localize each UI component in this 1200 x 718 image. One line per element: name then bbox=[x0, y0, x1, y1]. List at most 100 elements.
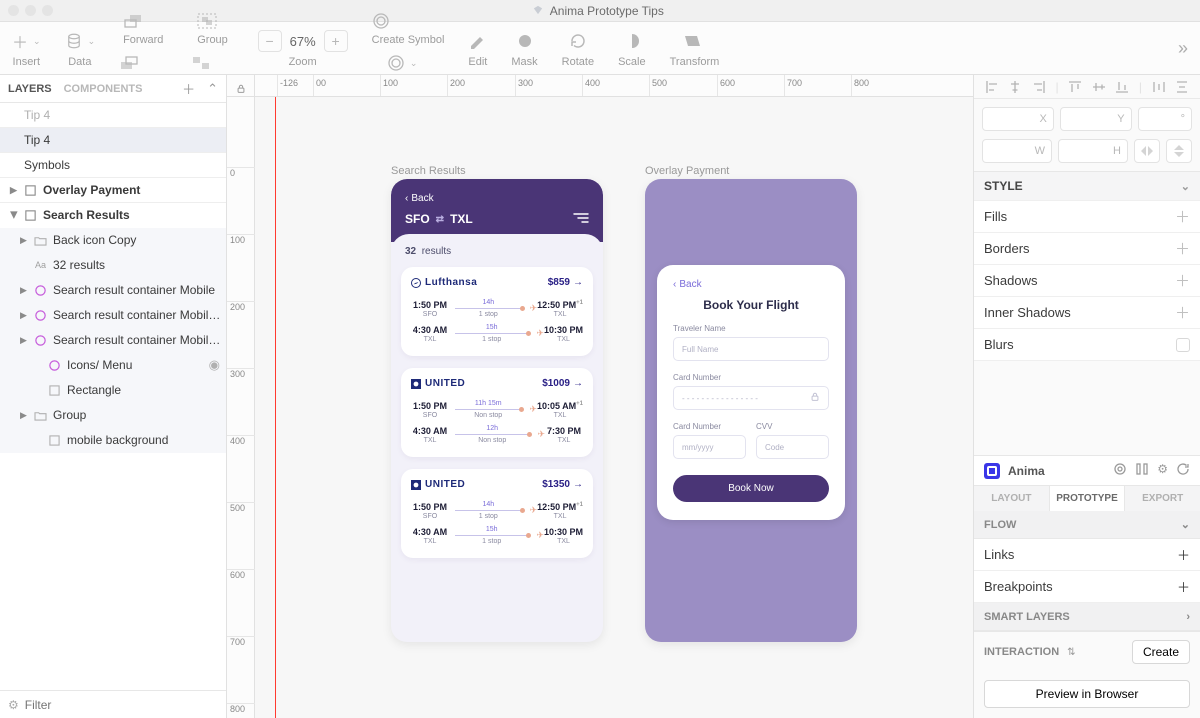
columns-icon[interactable] bbox=[1135, 462, 1149, 479]
borders-row[interactable]: Borders bbox=[984, 241, 1030, 256]
distribute-h-icon[interactable] bbox=[1152, 80, 1166, 94]
chevron-right-icon[interactable]: › bbox=[1186, 611, 1190, 623]
filter-settings-icon[interactable]: ⚙ bbox=[8, 698, 19, 712]
traveler-name-input[interactable]: Full Name bbox=[673, 337, 829, 361]
cvv-input[interactable]: Code bbox=[756, 435, 829, 459]
zoom-out-button[interactable]: − bbox=[258, 30, 282, 52]
layer-row[interactable]: ▶ Group bbox=[0, 403, 226, 428]
layer-row[interactable]: ▶ Search result container Mobil… bbox=[0, 303, 226, 328]
preview-in-browser-button[interactable]: Preview in Browser bbox=[984, 680, 1190, 708]
scale-button[interactable] bbox=[623, 28, 641, 54]
record-icon[interactable] bbox=[1113, 462, 1127, 479]
back-button[interactable]: ‹Back bbox=[673, 279, 829, 290]
canvas[interactable]: -12600100200300400500600700800 010020030… bbox=[227, 75, 973, 718]
y-input[interactable]: Y bbox=[1060, 107, 1132, 131]
smart-layers-section[interactable]: SMART LAYERS bbox=[984, 611, 1070, 623]
align-center-h-icon[interactable] bbox=[1008, 80, 1022, 94]
layer-row[interactable]: Rectangle bbox=[0, 378, 226, 403]
transform-button[interactable] bbox=[684, 28, 704, 54]
align-bottom-icon[interactable] bbox=[1115, 80, 1129, 94]
backward-button[interactable] bbox=[119, 50, 167, 76]
ruler-toggle[interactable] bbox=[227, 75, 255, 97]
expiry-input[interactable]: mm/yyyy bbox=[673, 435, 746, 459]
layer-row[interactable]: Tip 4 bbox=[0, 128, 226, 153]
align-left-icon[interactable] bbox=[985, 80, 999, 94]
anima-tab-export[interactable]: EXPORT bbox=[1125, 486, 1200, 511]
add-border-button[interactable]: ＋ bbox=[1175, 238, 1190, 259]
add-fill-button[interactable]: ＋ bbox=[1175, 206, 1190, 227]
x-input[interactable]: X bbox=[982, 107, 1054, 131]
layer-row[interactable]: ▶ Search result container Mobile bbox=[0, 278, 226, 303]
anima-tab-layout[interactable]: LAYOUT bbox=[974, 486, 1049, 511]
shadows-row[interactable]: Shadows bbox=[984, 273, 1037, 288]
w-input[interactable]: W bbox=[982, 139, 1052, 163]
anima-tab-prototype[interactable]: PROTOTYPE bbox=[1049, 486, 1126, 511]
flip-vertical-button[interactable] bbox=[1166, 139, 1192, 163]
align-right-icon[interactable] bbox=[1032, 80, 1046, 94]
layer-row[interactable]: ▶ Overlay Payment bbox=[0, 178, 226, 203]
filter-input[interactable] bbox=[25, 698, 218, 712]
traffic-lights[interactable] bbox=[8, 5, 53, 16]
back-button[interactable]: ‹Back bbox=[405, 193, 589, 204]
swap-icon[interactable]: ⇄ bbox=[436, 214, 444, 225]
chevron-down-icon[interactable]: ⌄ bbox=[1181, 180, 1190, 193]
ungroup-button[interactable] bbox=[191, 50, 233, 76]
layer-row[interactable]: mobile background bbox=[0, 428, 226, 453]
data-button[interactable]: ⌄ bbox=[65, 28, 96, 54]
rotation-input[interactable]: ° bbox=[1138, 107, 1192, 131]
layer-row[interactable]: Symbols bbox=[0, 153, 226, 178]
blurs-row[interactable]: Blurs bbox=[984, 337, 1014, 352]
minimize-window-button[interactable] bbox=[25, 5, 36, 16]
refresh-icon[interactable] bbox=[1176, 462, 1190, 479]
artboard-label[interactable]: Overlay Payment bbox=[645, 165, 729, 177]
layer-row[interactable]: ▶ Search Results bbox=[0, 203, 226, 228]
layer-row[interactable]: Aa 32 results bbox=[0, 253, 226, 278]
tab-layers[interactable]: LAYERS bbox=[8, 83, 52, 95]
book-now-button[interactable]: Book Now bbox=[673, 475, 829, 502]
add-inner-shadow-button[interactable]: ＋ bbox=[1175, 302, 1190, 323]
zoom-value[interactable]: 67% bbox=[290, 34, 316, 49]
breakpoints-row[interactable]: Breakpoints bbox=[984, 579, 1053, 594]
zoom-in-button[interactable]: + bbox=[324, 30, 348, 52]
group-button[interactable] bbox=[197, 8, 228, 34]
layer-row[interactable]: ▶ Search result container Mobil… bbox=[0, 328, 226, 353]
flow-section[interactable]: FLOW bbox=[984, 519, 1016, 531]
maximize-window-button[interactable] bbox=[42, 5, 53, 16]
flight-card[interactable]: UNITED$1350 →1:50 PMSFO14h1 stop✈12:50 P… bbox=[401, 469, 593, 558]
edit-button[interactable] bbox=[469, 28, 487, 54]
close-window-button[interactable] bbox=[8, 5, 19, 16]
create-symbol-button[interactable] bbox=[372, 8, 445, 34]
rotate-button[interactable] bbox=[569, 28, 587, 54]
collapse-pages-button[interactable]: ⌃ bbox=[207, 81, 218, 97]
distribute-v-icon[interactable] bbox=[1175, 80, 1189, 94]
forward-button[interactable] bbox=[123, 8, 163, 34]
create-interaction-button[interactable]: Create bbox=[1132, 640, 1190, 664]
artboard-search-results[interactable]: ‹Back SFO ⇄ TXL 32 results Lufthansa$859… bbox=[391, 179, 603, 642]
h-input[interactable]: H bbox=[1058, 139, 1128, 163]
links-row[interactable]: Links bbox=[984, 547, 1014, 562]
add-link-button[interactable]: ＋ bbox=[1177, 545, 1190, 564]
layer-row[interactable]: Icons/ Menu◉ bbox=[0, 353, 226, 378]
chevron-down-icon[interactable]: ⌄ bbox=[1181, 518, 1190, 531]
add-page-button[interactable]: ＋ bbox=[182, 79, 195, 98]
layer-row[interactable]: Tip 4 bbox=[0, 103, 226, 128]
toggle-blur-button[interactable] bbox=[1176, 338, 1190, 352]
inner-shadows-row[interactable]: Inner Shadows bbox=[984, 305, 1071, 320]
guide-vertical[interactable] bbox=[275, 75, 276, 718]
align-middle-v-icon[interactable] bbox=[1092, 80, 1106, 94]
symbols-button[interactable]: ⌄ bbox=[387, 50, 429, 76]
visibility-toggle-icon[interactable]: ◉ bbox=[209, 357, 220, 373]
add-shadow-button[interactable]: ＋ bbox=[1175, 270, 1190, 291]
interaction-select-icon[interactable]: ⇅ bbox=[1067, 647, 1075, 658]
tab-components[interactable]: COMPONENTS bbox=[64, 83, 143, 95]
layer-row[interactable]: ▶ Back icon Copy bbox=[0, 228, 226, 253]
align-top-icon[interactable] bbox=[1068, 80, 1082, 94]
artboard-label[interactable]: Search Results bbox=[391, 165, 466, 177]
toolbar-overflow-button[interactable]: » bbox=[1178, 38, 1188, 59]
add-breakpoint-button[interactable]: ＋ bbox=[1177, 577, 1190, 596]
gear-icon[interactable]: ⚙ bbox=[1157, 462, 1168, 479]
artboard-overlay-payment[interactable]: ‹Back Book Your Flight Traveler Name Ful… bbox=[645, 179, 857, 642]
flight-card[interactable]: UNITED$1009 →1:50 PMSFO11h 15mNon stop✈1… bbox=[401, 368, 593, 457]
mask-button[interactable] bbox=[516, 28, 534, 54]
fills-row[interactable]: Fills bbox=[984, 209, 1007, 224]
